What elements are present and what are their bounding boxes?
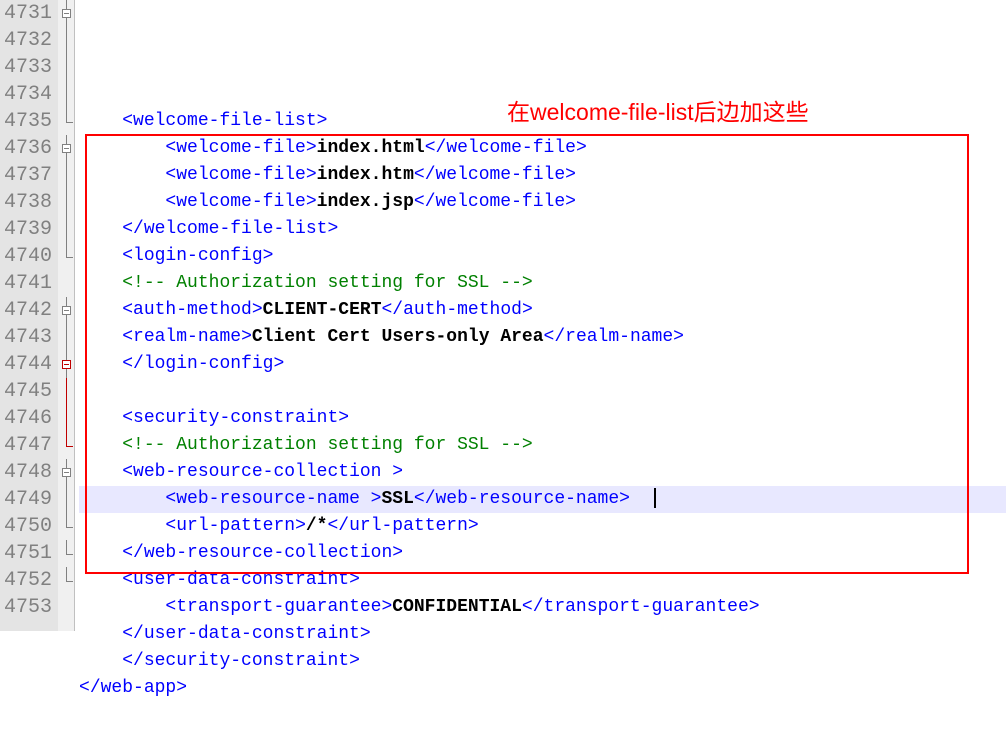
- code-line[interactable]: </web-app>: [79, 675, 1006, 702]
- code-line[interactable]: <welcome-file>index.jsp</welcome-file>: [79, 189, 1006, 216]
- code-line[interactable]: </security-constraint>: [79, 648, 1006, 675]
- line-number: 4733: [4, 54, 52, 81]
- code-line[interactable]: <!-- Authorization setting for SSL -->: [79, 432, 1006, 459]
- code-line[interactable]: </user-data-constraint>: [79, 621, 1006, 648]
- fold-marker: [58, 243, 74, 270]
- fold-marker: [58, 108, 74, 135]
- code-line[interactable]: <auth-method>CLIENT-CERT</auth-method>: [79, 297, 1006, 324]
- line-number: 4749: [4, 486, 52, 513]
- fold-marker: [58, 513, 74, 540]
- code-line[interactable]: </login-config>: [79, 351, 1006, 378]
- code-line[interactable]: </welcome-file-list>: [79, 216, 1006, 243]
- code-line[interactable]: [79, 702, 1006, 729]
- fold-marker: [58, 567, 74, 594]
- text-caret: [654, 488, 656, 508]
- line-number: 4737: [4, 162, 52, 189]
- line-number: 4731: [4, 0, 52, 27]
- line-number: 4743: [4, 324, 52, 351]
- fold-column[interactable]: [58, 0, 75, 631]
- fold-marker: [58, 54, 74, 81]
- fold-marker: [58, 189, 74, 216]
- line-number: 4736: [4, 135, 52, 162]
- fold-marker[interactable]: [58, 297, 74, 324]
- fold-marker: [58, 486, 74, 513]
- fold-marker: [58, 594, 74, 621]
- line-number: 4741: [4, 270, 52, 297]
- line-number: 4740: [4, 243, 52, 270]
- fold-marker: [58, 324, 74, 351]
- line-number: 4744: [4, 351, 52, 378]
- line-number: 4738: [4, 189, 52, 216]
- fold-marker: [58, 162, 74, 189]
- line-number: 4752: [4, 567, 52, 594]
- fold-marker: [58, 216, 74, 243]
- fold-marker[interactable]: [58, 0, 74, 27]
- line-number: 4734: [4, 81, 52, 108]
- code-line[interactable]: <url-pattern>/*</url-pattern>: [79, 513, 1006, 540]
- code-line[interactable]: <login-config>: [79, 243, 1006, 270]
- fold-marker[interactable]: [58, 459, 74, 486]
- code-line[interactable]: </web-resource-collection>: [79, 540, 1006, 567]
- line-number: 4732: [4, 27, 52, 54]
- code-line[interactable]: <transport-guarantee>CONFIDENTIAL</trans…: [79, 594, 1006, 621]
- code-area[interactable]: 在welcome-file-list后边加这些 <welcome-file-li…: [75, 0, 1006, 631]
- line-number: 4745: [4, 378, 52, 405]
- code-line[interactable]: <realm-name>Client Cert Users-only Area<…: [79, 324, 1006, 351]
- line-number: 4748: [4, 459, 52, 486]
- code-editor[interactable]: 4731473247334734473547364737473847394740…: [0, 0, 1006, 631]
- line-number: 4739: [4, 216, 52, 243]
- line-number: 4747: [4, 432, 52, 459]
- fold-marker: [58, 432, 74, 459]
- line-number: 4746: [4, 405, 52, 432]
- code-line[interactable]: <!-- Authorization setting for SSL -->: [79, 270, 1006, 297]
- fold-marker: [58, 540, 74, 567]
- code-line[interactable]: <security-constraint>: [79, 405, 1006, 432]
- fold-marker: [58, 378, 74, 405]
- annotation-text: 在welcome-file-list后边加这些: [507, 99, 809, 126]
- line-number: 4753: [4, 594, 52, 621]
- line-number: 4751: [4, 540, 52, 567]
- fold-marker: [58, 27, 74, 54]
- fold-marker[interactable]: [58, 135, 74, 162]
- fold-marker: [58, 81, 74, 108]
- line-number: 4742: [4, 297, 52, 324]
- code-line[interactable]: <user-data-constraint>: [79, 567, 1006, 594]
- code-line[interactable]: [79, 378, 1006, 405]
- fold-marker: [58, 270, 74, 297]
- fold-marker[interactable]: [58, 351, 74, 378]
- fold-marker: [58, 405, 74, 432]
- code-line[interactable]: <web-resource-collection >: [79, 459, 1006, 486]
- line-number-gutter: 4731473247334734473547364737473847394740…: [0, 0, 58, 631]
- line-number: 4735: [4, 108, 52, 135]
- code-line[interactable]: <web-resource-name >SSL</web-resource-na…: [79, 486, 1006, 513]
- code-line[interactable]: <welcome-file>index.htm</welcome-file>: [79, 162, 1006, 189]
- line-number: 4750: [4, 513, 52, 540]
- code-line[interactable]: <welcome-file>index.html</welcome-file>: [79, 135, 1006, 162]
